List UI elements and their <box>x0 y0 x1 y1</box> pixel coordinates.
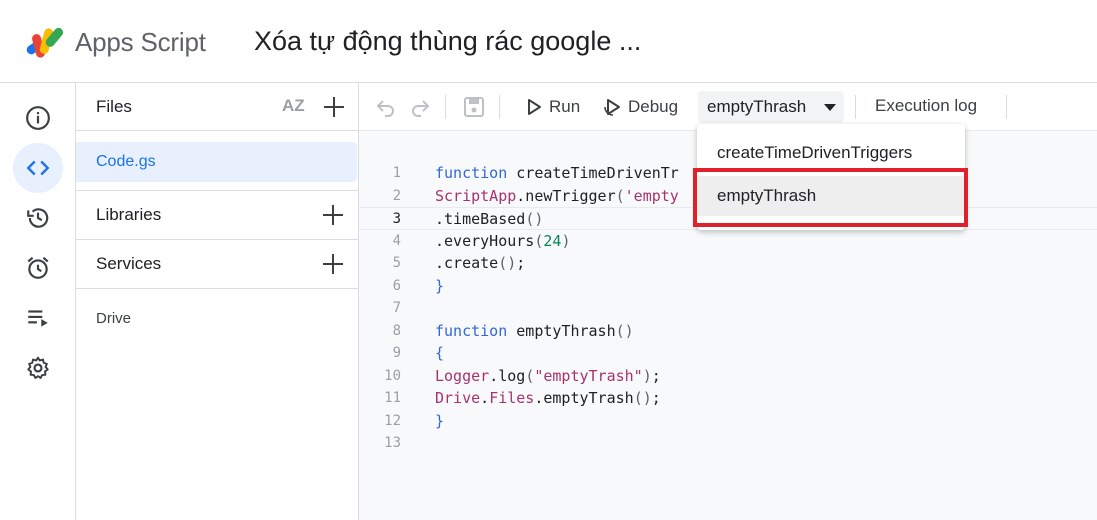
code-line: 5 .create(); <box>359 252 1097 275</box>
left-rail <box>0 83 76 520</box>
red-highlight-box <box>693 168 968 227</box>
code-line: 12} <box>359 410 1097 433</box>
play-icon <box>528 99 541 115</box>
code-text: { <box>435 344 445 362</box>
add-service-icon[interactable] <box>322 253 344 275</box>
line-number: 7 <box>392 300 401 316</box>
code-line: 8 function emptyThrash() <box>359 320 1097 343</box>
code-text: .create(); <box>435 254 526 272</box>
code-line: 11 Drive.Files.emptyTrash(); <box>359 387 1097 410</box>
files-title: Files <box>96 97 132 116</box>
run-label: Run <box>549 97 581 116</box>
line-number: 12 <box>384 412 401 429</box>
debug-icon <box>604 99 620 116</box>
code-line: 4 .everyHours(24) <box>359 230 1097 253</box>
selected-function: emptyThrash <box>707 97 807 116</box>
line-number: 4 <box>392 232 401 249</box>
code-line: 7 <box>359 297 1097 320</box>
save-icon[interactable] <box>463 96 485 118</box>
file-name: Code.gs <box>96 153 156 170</box>
code-line: 10 Logger.log("emptyTrash"); <box>359 365 1097 388</box>
line-number: 9 <box>392 345 401 361</box>
line-number: 6 <box>392 277 401 294</box>
debug-label: Debug <box>628 97 679 116</box>
files-header: Files AZ <box>76 83 359 131</box>
line-number: 5 <box>392 255 401 271</box>
code-text: function createTimeDrivenTr <box>435 164 679 182</box>
redo-icon[interactable] <box>409 96 431 118</box>
rail-settings-button[interactable] <box>13 343 63 393</box>
function-select[interactable]: emptyThrash <box>698 91 844 123</box>
chevron-down-icon <box>824 104 836 111</box>
apps-script-logo[interactable] <box>24 24 66 60</box>
rail-editor-button[interactable] <box>13 143 63 193</box>
code-line: 13 <box>359 432 1097 455</box>
top-header: Apps Script Xóa tự động thùng rác google… <box>0 0 1097 83</box>
line-number: 13 <box>384 435 401 451</box>
history-icon <box>27 208 49 228</box>
divider <box>76 190 359 191</box>
line-number: 10 <box>384 367 401 384</box>
run-button[interactable]: Run <box>525 95 580 119</box>
divider <box>76 288 359 289</box>
execution-log-button[interactable]: Execution log <box>875 96 977 116</box>
info-icon <box>26 106 50 130</box>
undo-icon[interactable] <box>375 96 397 118</box>
divider <box>76 239 359 240</box>
add-library-icon[interactable] <box>322 204 344 226</box>
toolbar-separator <box>855 95 856 119</box>
line-number: 8 <box>392 322 401 339</box>
sort-az-button[interactable]: AZ <box>282 96 305 116</box>
toolbar-separator <box>1006 95 1007 119</box>
rail-overview-button[interactable] <box>13 93 63 143</box>
code-text: } <box>435 276 445 295</box>
line-number: 11 <box>384 390 401 406</box>
code-text: } <box>435 411 445 430</box>
project-title[interactable]: Xóa tự động thùng rác google ... <box>254 26 641 57</box>
rail-executions-button[interactable] <box>13 293 63 343</box>
add-file-icon[interactable] <box>323 96 345 118</box>
code-icon <box>26 160 50 176</box>
gear-icon <box>27 356 49 379</box>
line-number: 3 <box>392 211 401 227</box>
code-text: Logger.log("emptyTrash"); <box>435 366 661 385</box>
code-line: 9{ <box>359 342 1097 365</box>
service-item-drive[interactable]: Drive <box>96 310 131 327</box>
code-text: .timeBased() <box>435 210 544 228</box>
code-text: .everyHours(24) <box>435 231 571 250</box>
code-text: function emptyThrash() <box>435 321 634 340</box>
menu-item-createtimedriventriggers[interactable]: createTimeDrivenTriggers <box>697 133 965 173</box>
toolbar-separator <box>445 95 446 119</box>
debug-button[interactable]: Debug <box>604 95 678 119</box>
libraries-title: Libraries <box>96 205 162 224</box>
code-line: 6} <box>359 275 1097 298</box>
file-item-code-gs[interactable]: Code.gs <box>76 142 357 182</box>
rail-triggers-button[interactable] <box>13 243 63 293</box>
app-name[interactable]: Apps Script <box>75 27 206 58</box>
toolbar-separator <box>499 95 500 119</box>
services-title: Services <box>96 254 162 273</box>
rail-history-button[interactable] <box>13 193 63 243</box>
executions-icon <box>28 310 48 327</box>
line-number: 1 <box>392 165 401 181</box>
code-text: ScriptApp.newTrigger('empty <box>435 186 679 205</box>
line-number: 2 <box>392 187 401 204</box>
files-panel: Files AZ Code.gs Libraries Services Driv… <box>76 83 359 520</box>
code-text: Drive.Files.emptyTrash(); <box>435 389 661 407</box>
alarm-icon <box>27 256 49 279</box>
